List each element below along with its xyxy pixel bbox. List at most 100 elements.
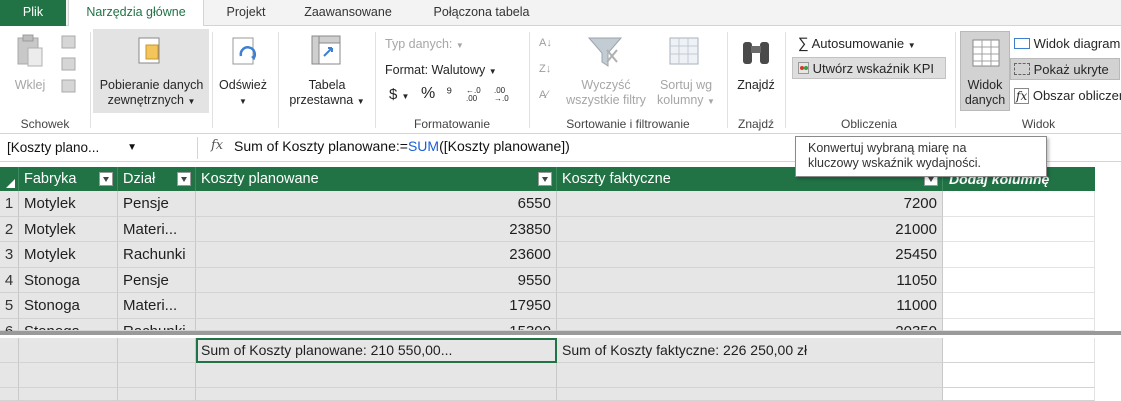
data-view-button[interactable]: Widok danych <box>961 78 1009 108</box>
measure-cell-planowane[interactable]: Sum of Koszty planowane: 210 550,00... <box>196 338 557 363</box>
cell-add-column[interactable] <box>943 216 1095 242</box>
cell-dzial[interactable]: Materi... <box>118 293 196 319</box>
cell-add-column[interactable] <box>943 242 1095 268</box>
cell-fabryka[interactable]: Stonoga <box>19 267 118 293</box>
filter-dropdown-icon[interactable] <box>177 172 191 186</box>
refresh-button[interactable]: Odśwież ▼ <box>214 78 272 109</box>
calc-row-header <box>0 388 19 401</box>
increase-decimals-button[interactable]: ←.0 .00 <box>466 87 488 103</box>
decrease-decimals-button[interactable]: .00 →.0 <box>494 87 516 103</box>
filter-dropdown-icon[interactable] <box>99 172 113 186</box>
percent-button[interactable]: % <box>421 85 435 103</box>
calc-area-row: Sum of Koszty planowane: 210 550,00... S… <box>0 338 1121 363</box>
cell-koszty-planowane[interactable]: 17950 <box>196 293 557 319</box>
row-number[interactable]: 4 <box>0 267 19 293</box>
tab-file[interactable]: Plik <box>0 0 66 26</box>
cell-add-column[interactable] <box>943 318 1095 331</box>
cell-fabryka[interactable]: Stonoga <box>19 318 118 331</box>
cell-dzial[interactable]: Pensje <box>118 267 196 293</box>
group-find: Znajdź Znajdź <box>728 26 784 134</box>
cell-koszty-faktyczne[interactable]: 11000 <box>557 293 943 319</box>
sort-by-column-icon <box>669 37 699 65</box>
fx-icon[interactable]: fx <box>211 138 223 153</box>
calc-cell[interactable] <box>557 388 943 401</box>
data-type-dropdown[interactable]: Typ danych: ▼ <box>385 37 464 51</box>
cell-fabryka[interactable]: Motylek <box>19 216 118 242</box>
paste-button[interactable]: Wklej <box>8 78 52 93</box>
row-number[interactable]: 2 <box>0 216 19 242</box>
autosum-button[interactable]: ∑ Autosumowanie ▼ <box>798 35 916 52</box>
pivot-line1: Tabela <box>308 78 346 92</box>
cell-add-column[interactable] <box>943 191 1095 217</box>
cell-add-column[interactable] <box>943 267 1095 293</box>
cell-dzial[interactable]: Pensje <box>118 191 196 217</box>
cell-dzial[interactable]: Rachunki <box>118 318 196 331</box>
calc-cell[interactable] <box>19 363 118 388</box>
kpi-label: Utwórz wskaźnik KPI <box>812 61 934 76</box>
calculation-area-button[interactable]: fx Obszar obliczeń <box>1014 88 1121 104</box>
cell-koszty-planowane[interactable]: 6550 <box>196 191 557 217</box>
row-number[interactable]: 6 <box>0 318 19 331</box>
tab-advanced[interactable]: Zaawansowane <box>287 0 409 26</box>
group-label-find: Znajdź <box>737 117 775 131</box>
show-hidden-label: Pokaż ukryte <box>1033 62 1109 77</box>
cell-dzial[interactable]: Materi... <box>118 216 196 242</box>
formula-input[interactable]: Sum of Koszty planowane:=SUM([Koszty pla… <box>234 138 570 154</box>
calc-cell-add[interactable] <box>943 363 1095 388</box>
row-number[interactable]: 3 <box>0 242 19 268</box>
diagram-view-button[interactable]: Widok diagramu <box>1014 36 1121 51</box>
cell-koszty-planowane[interactable]: 9550 <box>196 267 557 293</box>
filter-dropdown-icon[interactable] <box>538 172 552 186</box>
sort-by-column-button[interactable]: Sortuj wg kolumny ▼ <box>654 78 718 109</box>
measure-cell-faktyczne[interactable]: Sum of Koszty faktyczne: 226 250,00 zł <box>557 338 943 363</box>
name-box[interactable]: [Koszty plano... ▼ <box>3 137 198 159</box>
binoculars-icon <box>743 42 769 64</box>
cell-koszty-planowane[interactable]: 23850 <box>196 216 557 242</box>
calc-cell[interactable] <box>196 388 557 401</box>
cell-koszty-faktyczne[interactable]: 11050 <box>557 267 943 293</box>
select-all-corner[interactable] <box>0 167 19 191</box>
cell-fabryka[interactable]: Motylek <box>19 242 118 268</box>
cell-koszty-faktyczne[interactable]: 7200 <box>557 191 943 217</box>
cell-fabryka[interactable]: Stonoga <box>19 293 118 319</box>
find-button[interactable]: Znajdź <box>730 78 782 93</box>
kpi-icon <box>798 62 809 74</box>
cell-koszty-planowane[interactable]: 23600 <box>196 242 557 268</box>
column-header-fabryka[interactable]: Fabryka <box>19 167 118 191</box>
calc-cell[interactable] <box>19 338 118 363</box>
comma-style-button[interactable]: ⁹ <box>446 84 452 101</box>
cell-add-column[interactable] <box>943 293 1095 319</box>
calc-area-label: Obszar obliczeń <box>1032 88 1121 103</box>
calc-area-icon: fx <box>1014 88 1030 104</box>
show-hidden-button[interactable]: Pokaż ukryte <box>1014 62 1109 77</box>
cell-fabryka[interactable]: Motylek <box>19 191 118 217</box>
calc-cell[interactable] <box>118 338 196 363</box>
cell-koszty-faktyczne[interactable]: 20350 <box>557 318 943 331</box>
chevron-down-icon[interactable]: ▼ <box>127 137 137 159</box>
calc-area-splitter[interactable] <box>0 331 1121 335</box>
currency-button[interactable]: $ ▼ <box>389 86 409 103</box>
pivot-table-button[interactable]: Tabela przestawna ▼ <box>283 78 371 109</box>
cell-dzial[interactable]: Rachunki <box>118 242 196 268</box>
row-number[interactable]: 5 <box>0 293 19 319</box>
cell-koszty-planowane[interactable]: 15300 <box>196 318 557 331</box>
calc-cell[interactable] <box>118 363 196 388</box>
format-dropdown[interactable]: Format: Walutowy ▼ <box>385 63 497 77</box>
calc-cell-add[interactable] <box>943 338 1095 363</box>
cell-koszty-faktyczne[interactable]: 25450 <box>557 242 943 268</box>
tab-home[interactable]: Narzędzia główne <box>68 0 204 27</box>
row-number[interactable]: 1 <box>0 191 19 217</box>
calc-cell[interactable] <box>196 363 557 388</box>
tab-linked-table[interactable]: Połączona tabela <box>413 0 550 26</box>
create-kpi-button[interactable]: Utwórz wskaźnik KPI <box>798 61 934 76</box>
calc-cell[interactable] <box>557 363 943 388</box>
get-external-data-button[interactable]: Pobieranie danych zewnętrznych ▼ <box>95 78 208 109</box>
column-header-dzial[interactable]: Dział <box>118 167 196 191</box>
tab-design[interactable]: Projekt <box>208 0 284 26</box>
calc-cell[interactable] <box>118 388 196 401</box>
calc-cell[interactable] <box>19 388 118 401</box>
clear-all-filters-button[interactable]: Wyczyść wszystkie filtry <box>558 78 654 108</box>
cell-koszty-faktyczne[interactable]: 21000 <box>557 216 943 242</box>
column-header-koszty-planowane[interactable]: Koszty planowane <box>196 167 557 191</box>
calc-cell-add[interactable] <box>943 388 1095 401</box>
